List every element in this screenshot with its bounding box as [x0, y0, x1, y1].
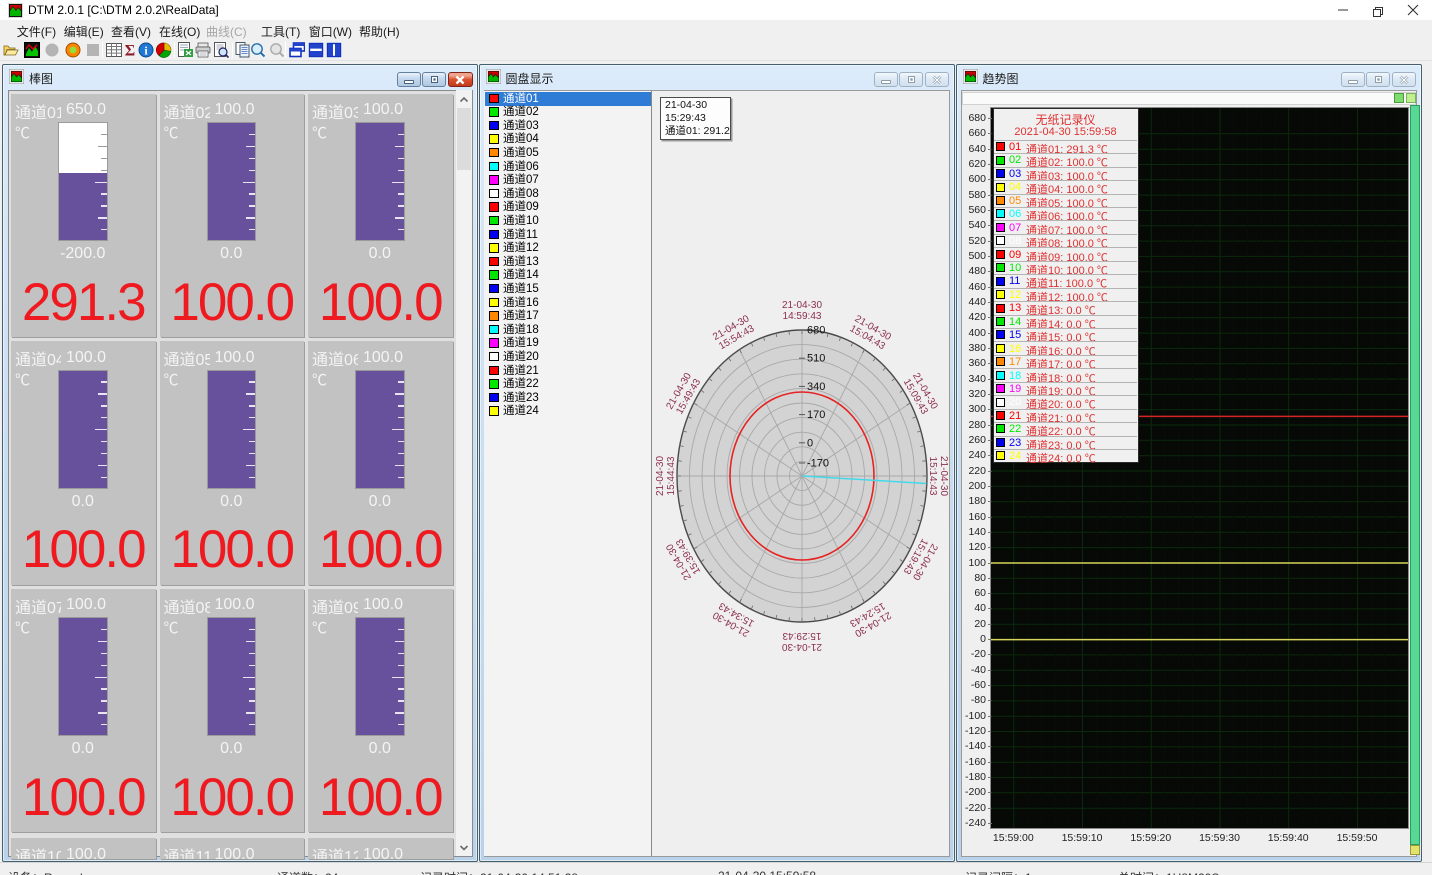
svg-text:Σ: Σ — [125, 43, 135, 59]
